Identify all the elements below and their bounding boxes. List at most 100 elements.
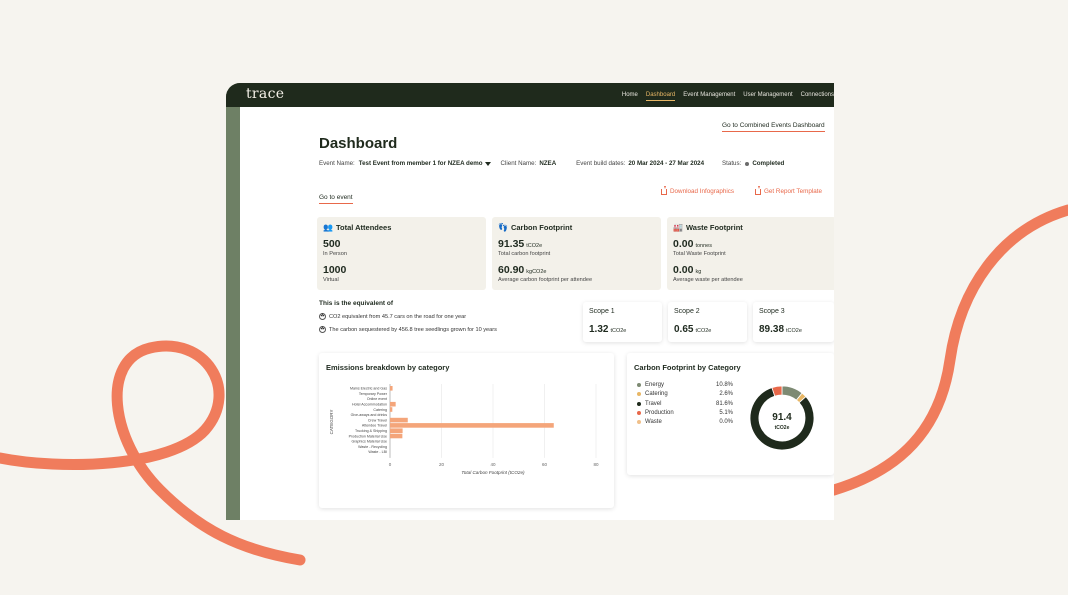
footprint-icon: 👣 bbox=[498, 223, 508, 232]
app-window: trace Home Dashboard Event Management Us… bbox=[226, 83, 834, 520]
get-report-template-button[interactable]: Get Report Template bbox=[755, 185, 822, 195]
event-meta-row: Event Name: Test Event from member 1 for… bbox=[319, 160, 784, 167]
side-strip bbox=[226, 83, 240, 520]
in-person-label: In Person bbox=[323, 251, 347, 257]
total-carbon-label: Total carbon footprint bbox=[498, 251, 551, 257]
legend-dot-icon bbox=[637, 410, 641, 415]
carbon-footprint-card: 👣 Carbon Footprint 91.35 tCO2e Total carb… bbox=[492, 217, 661, 290]
total-waste-number: 0.00 bbox=[673, 238, 694, 250]
donut-slice[interactable] bbox=[771, 385, 783, 397]
legend-dot-icon bbox=[637, 383, 641, 387]
category-tick-label: Waste - Recycling bbox=[358, 445, 387, 449]
equivalent-cars-text: CO2 equivalent from 45.7 cars on the roa… bbox=[329, 313, 467, 320]
event-name-select[interactable]: Test Event from member 1 for NZEA demo bbox=[359, 160, 483, 167]
emission-bar[interactable] bbox=[390, 386, 393, 391]
scope-1-card: Scope 1 1.32 tCO2e bbox=[583, 302, 662, 342]
scope-1-number: 1.32 bbox=[589, 324, 609, 335]
go-to-event-link[interactable]: Go to event bbox=[319, 194, 353, 204]
legend-label: Catering bbox=[645, 391, 668, 398]
category-tick-label: Hotel Accommodation bbox=[352, 403, 387, 407]
x-tick-label: 40 bbox=[490, 462, 496, 467]
legend-item: Catering 2.6% bbox=[637, 391, 733, 397]
scope-3-label: Scope 3 bbox=[759, 308, 785, 315]
legend-label: Production bbox=[645, 409, 674, 416]
in-person-value: 500 bbox=[323, 238, 341, 250]
build-dates-value: 20 Mar 2024 - 27 Mar 2024 bbox=[628, 160, 705, 167]
waste-card-header: 🏭 Waste Footprint bbox=[673, 223, 743, 232]
total-carbon-value: 91.35 tCO2e bbox=[498, 238, 542, 250]
x-axis-label: Total Carbon Footprint (tCO2e) bbox=[461, 470, 525, 475]
y-axis-label: CATEGORY bbox=[329, 410, 334, 435]
trace-logo[interactable]: trace bbox=[246, 86, 284, 102]
donut-slice[interactable] bbox=[781, 385, 803, 401]
chevron-down-icon[interactable] bbox=[484, 161, 491, 166]
top-navbar: trace Home Dashboard Event Management Us… bbox=[226, 83, 834, 107]
emissions-bar-chart: 0 20 40 60 80 Mains Electric and GasTemporary… bbox=[329, 384, 599, 475]
attendees-card-header: 👥 Total Attendees bbox=[323, 223, 391, 232]
virtual-value: 1000 bbox=[323, 264, 347, 276]
download-infographics-button[interactable]: Download Infographics bbox=[661, 185, 734, 195]
legend-percent: 10.8% bbox=[715, 382, 733, 388]
legend-percent: 2.6% bbox=[719, 391, 733, 398]
scope-3-value: 89.38 tCO2e bbox=[759, 324, 802, 335]
client-name-value: NZEA bbox=[539, 160, 557, 167]
client-name-label: Client Name: bbox=[500, 160, 537, 167]
emission-bar[interactable] bbox=[390, 407, 393, 412]
legend-item: Production 5.1% bbox=[637, 410, 733, 416]
scope-2-value: 0.65 tCO2e bbox=[674, 324, 711, 335]
category-tick-label: Mains Electric and Gas bbox=[350, 387, 387, 391]
donut-slice[interactable] bbox=[795, 392, 807, 404]
legend-percent: 81.6% bbox=[715, 400, 733, 407]
x-tick-label: 60 bbox=[542, 462, 548, 467]
download-icon bbox=[755, 185, 761, 195]
total-waste-value: 0.00 tonnes bbox=[673, 238, 712, 250]
category-tick-label: Online event bbox=[367, 397, 387, 401]
legend-percent: 0.0% bbox=[719, 419, 733, 426]
donut-chart-title: Carbon Footprint by Category bbox=[634, 363, 741, 372]
event-name-label: Event Name: bbox=[319, 160, 355, 167]
emission-bar[interactable] bbox=[390, 401, 396, 407]
nav-event-management[interactable]: Event Management bbox=[683, 92, 735, 98]
emission-bar[interactable] bbox=[390, 428, 403, 433]
category-tick-label: Attendee Travel bbox=[362, 424, 387, 428]
nav-user-management[interactable]: User Management bbox=[743, 92, 792, 98]
legend-label: Travel bbox=[645, 400, 662, 407]
category-tick-label: Production Material Use bbox=[349, 434, 387, 438]
avg-waste-unit: kg bbox=[695, 269, 702, 275]
legend-item: Waste 0.0% bbox=[637, 419, 733, 425]
legend-dot-icon bbox=[637, 401, 641, 406]
x-tick-label: 80 bbox=[593, 462, 599, 467]
waste-footprint-card: 🏭 Waste Footprint 0.00 tonnes Total Waste… bbox=[667, 217, 834, 290]
scope-2-number: 0.65 bbox=[674, 324, 694, 335]
carbon-by-category-panel: Carbon Footprint by Category Energy 10.8%… bbox=[627, 353, 834, 475]
avg-carbon-unit: kgCO2e bbox=[526, 269, 547, 275]
nav-dashboard[interactable]: Dashboard bbox=[645, 92, 676, 101]
nav-connections[interactable]: Connections bbox=[801, 92, 834, 98]
main-content: Go to Combined Events Dashboard Dashboar… bbox=[240, 107, 834, 520]
avg-waste-value: 0.00 kg bbox=[673, 264, 701, 276]
build-dates-label: Event build dates: bbox=[576, 160, 626, 167]
scope-2-card: Scope 2 0.65 tCO2e bbox=[668, 302, 747, 342]
combined-events-dashboard-link[interactable]: Go to Combined Events Dashboard bbox=[722, 122, 825, 132]
emission-bar[interactable] bbox=[390, 423, 554, 428]
legend-item: Travel 81.6% bbox=[637, 401, 733, 407]
status-label: Status: bbox=[722, 160, 742, 167]
nav-home[interactable]: Home bbox=[622, 92, 638, 98]
emission-bar[interactable] bbox=[390, 433, 403, 439]
legend-percent: 5.1% bbox=[719, 409, 733, 416]
avg-carbon-value: 60.90 kgCO2e bbox=[498, 264, 546, 276]
scope-1-value: 1.32 tCO2e bbox=[589, 324, 626, 335]
report-template-label: Get Report Template bbox=[764, 188, 822, 195]
total-carbon-number: 91.35 bbox=[498, 238, 525, 250]
category-tick-label: Waste - LBI bbox=[368, 450, 387, 454]
status-value: Completed bbox=[752, 160, 785, 167]
category-tick-label: Give-aways and drinks bbox=[351, 413, 388, 417]
category-tick-label: Temporary Power bbox=[359, 392, 388, 396]
donut-slice[interactable] bbox=[749, 387, 815, 451]
x-tick-label: 0 bbox=[389, 462, 392, 467]
equivalent-cars-line: ☘ CO2 equivalent from 45.7 cars on the r… bbox=[319, 313, 466, 320]
waste-card-title: Waste Footprint bbox=[685, 223, 743, 232]
emission-bar[interactable] bbox=[390, 417, 408, 423]
legend-dot-icon bbox=[637, 392, 641, 397]
avg-waste-number: 0.00 bbox=[673, 264, 694, 276]
